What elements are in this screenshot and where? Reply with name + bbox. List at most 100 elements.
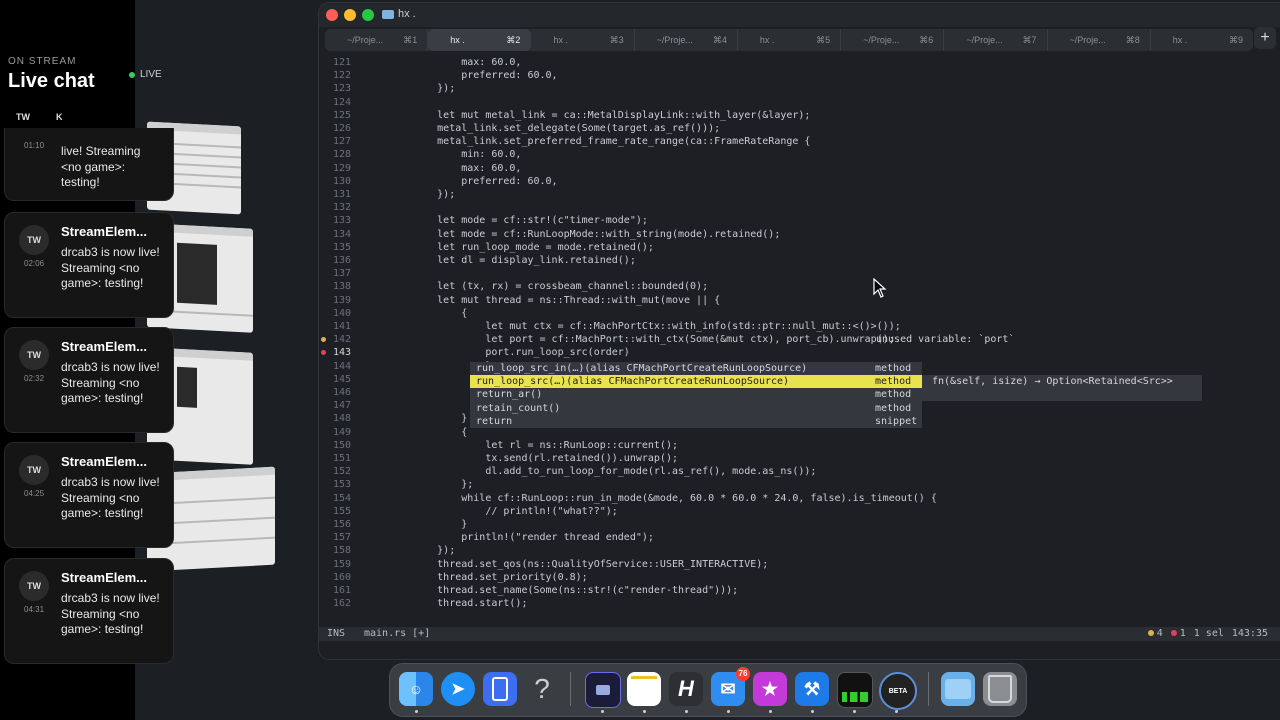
completion-item[interactable]: return_ar() method <box>470 388 922 401</box>
chat-title: Live chat <box>8 70 95 92</box>
code-line[interactable]: 126 metal_link.set_delegate(Some(target.… <box>319 122 1280 135</box>
filter-k[interactable]: K <box>56 112 63 122</box>
app-icon[interactable] <box>483 672 517 706</box>
code-line[interactable]: 160 thread.set_priority(0.8); <box>319 571 1280 584</box>
completion-item[interactable]: run_loop_src(…)(alias CFMachPortCreateRu… <box>470 375 922 389</box>
line-number: 159 <box>332 558 351 570</box>
new-tab-button[interactable]: + <box>1254 27 1276 49</box>
dock-separator <box>570 672 571 706</box>
tab-2[interactable]: hx . ⌘2 <box>428 29 532 51</box>
help-icon[interactable]: ? <box>525 672 559 706</box>
code-text: preferred: 60.0, <box>389 175 558 187</box>
downloads-folder-icon[interactable] <box>941 672 975 706</box>
code-line[interactable]: 153 }; <box>319 478 1280 491</box>
minimize-window-button[interactable] <box>344 9 356 21</box>
code-line[interactable]: 142 let port = cf::MachPort::with_ctx(So… <box>319 333 1280 346</box>
completion-label: run_loop_src_in(…)(alias CFMachPortCreat… <box>476 363 808 374</box>
code-line[interactable]: 158 }); <box>319 544 1280 557</box>
code-line[interactable]: 131 }); <box>319 188 1280 201</box>
code-line[interactable]: 141 let mut ctx = cf::MachPortCtx::with_… <box>319 320 1280 333</box>
line-number: 147 <box>332 400 351 412</box>
code-line[interactable]: 161 thread.set_name(Some(ns::str!(c"rend… <box>319 584 1280 597</box>
mail-icon[interactable]: ✉ 76 <box>711 667 750 706</box>
code-line[interactable]: 139 let mut thread = ns::Thread::with_mu… <box>319 294 1280 307</box>
tab-5[interactable]: hx . ⌘5 <box>738 29 842 51</box>
code-line[interactable]: 157 println!("render thread ended"); <box>319 531 1280 544</box>
line-number: 149 <box>332 426 351 438</box>
status-line: INS main.rs [+] 4 1 1 sel 143:35 <box>319 627 1280 641</box>
message-text: drcab3 is now live! Streaming <no game>:… <box>61 245 160 290</box>
hx-editor-icon[interactable]: H <box>669 672 703 706</box>
code-line[interactable]: 162 thread.start(); <box>319 597 1280 610</box>
tab-7[interactable]: ~/Proje... ⌘7 <box>944 29 1048 51</box>
code-line[interactable]: 137 <box>319 267 1280 280</box>
completion-item[interactable]: run_loop_src_in(…)(alias CFMachPortCreat… <box>470 362 922 375</box>
window-titlebar[interactable]: hx . <box>319 3 1280 27</box>
code-line[interactable]: 122 preferred: 60.0, <box>319 69 1280 82</box>
instruments-icon[interactable]: BETA <box>879 672 917 710</box>
code-line[interactable]: 151 tx.send(rl.retained()).unwrap(); <box>319 452 1280 465</box>
tab-3[interactable]: hx . ⌘3 <box>531 29 635 51</box>
completion-item[interactable]: return snippet <box>470 415 922 428</box>
tab-shortcut: ⌘2 <box>506 35 521 45</box>
code-text: thread.set_name(Some(ns::str!(c"render-t… <box>389 585 739 596</box>
code-text: thread.set_qos(ns::QualityOfService::USE… <box>389 558 769 570</box>
message-time: 04:31 <box>24 605 45 614</box>
code-line[interactable]: 143 port.run_loop_src(order) <box>319 346 1280 359</box>
line-number: 134 <box>332 228 351 240</box>
zoom-window-button[interactable] <box>362 9 374 21</box>
code-line[interactable]: 129 max: 60.0, <box>319 162 1280 175</box>
code-line[interactable]: 140 { <box>319 307 1280 320</box>
tab-9[interactable]: hx . ⌘9 <box>1151 29 1253 51</box>
notes-icon[interactable] <box>627 672 661 706</box>
feedback-assistant-icon[interactable]: ★ <box>753 672 787 706</box>
line-number: 160 <box>332 571 351 583</box>
code-line[interactable]: 128 min: 60.0, <box>319 148 1280 161</box>
code-line[interactable]: 133 let mode = cf::str!(c"timer-mode"); <box>319 214 1280 227</box>
code-line[interactable]: 132 <box>319 201 1280 214</box>
running-indicator <box>415 710 418 713</box>
line-number: 121 <box>332 57 351 68</box>
terminal-app-icon[interactable] <box>585 672 621 708</box>
safari-icon[interactable]: ➤ <box>441 672 475 706</box>
code-line[interactable]: 136 let dl = display_link.retained(); <box>319 254 1280 267</box>
line-number: 124 <box>332 96 351 108</box>
tab-1[interactable]: ~/Proje... ⌘1 <box>325 29 429 51</box>
code-line[interactable]: 130 preferred: 60.0, <box>319 175 1280 188</box>
code-line[interactable]: 127 metal_link.set_preferred_frame_rate_… <box>319 135 1280 148</box>
activity-monitor-icon[interactable] <box>837 672 873 708</box>
completion-item[interactable]: retain_count() method <box>470 402 922 415</box>
code-line[interactable]: 121 max: 60.0, <box>319 56 1280 69</box>
code-line[interactable]: 154 while cf::RunLoop::run_in_mode(&mode… <box>319 492 1280 505</box>
code-text: dl.add_to_run_loop_for_mode(rl.as_ref(),… <box>389 466 817 478</box>
code-line[interactable]: 134 let mode = cf::RunLoopMode::with_str… <box>319 228 1280 241</box>
xcode-icon[interactable]: ⚒ <box>795 672 829 706</box>
code-line[interactable]: 152 dl.add_to_run_loop_for_mode(rl.as_re… <box>319 465 1280 478</box>
tab-label: hx . <box>553 35 568 45</box>
line-number: 140 <box>332 307 351 319</box>
filter-tw[interactable]: TW <box>16 112 30 122</box>
close-window-button[interactable] <box>326 9 338 21</box>
completion-kind: method <box>875 389 912 401</box>
finder-icon[interactable]: ☺ <box>399 672 433 706</box>
code-text: while cf::RunLoop::run_in_mode(&mode, 60… <box>389 492 937 504</box>
tab-4[interactable]: ~/Proje... ⌘4 <box>635 29 738 51</box>
code-line[interactable]: 150 let rl = ns::RunLoop::current(); <box>319 439 1280 452</box>
code-line[interactable]: 155 // println!("what??"); <box>319 505 1280 518</box>
code-line[interactable]: 156 } <box>319 518 1280 531</box>
trash-icon[interactable] <box>983 672 1017 706</box>
code-line[interactable]: 123 }); <box>319 82 1280 95</box>
code-line[interactable]: 159 thread.set_qos(ns::QualityOfService:… <box>319 558 1280 571</box>
code-line[interactable]: 135 let run_loop_mode = mode.retained(); <box>319 241 1280 254</box>
line-number: 143 <box>332 347 351 359</box>
code-line[interactable]: 124 <box>319 96 1280 109</box>
tab-6[interactable]: ~/Proje... ⌘6 <box>841 29 945 51</box>
code-editor[interactable]: 121 max: 60.0, 122 preferred: 60.0, 123 })… <box>319 56 1280 627</box>
code-line[interactable]: 125 let mut metal_link = ca::MetalDispla… <box>319 109 1280 122</box>
line-number: 129 <box>332 162 351 174</box>
message-time: 02:32 <box>24 374 45 383</box>
line-number: 135 <box>332 241 351 253</box>
line-number: 156 <box>332 519 351 530</box>
code-line[interactable]: 138 let (tx, rx) = crossbeam_channel::bo… <box>319 280 1280 293</box>
tab-8[interactable]: ~/Proje... ⌘8 <box>1048 29 1151 51</box>
